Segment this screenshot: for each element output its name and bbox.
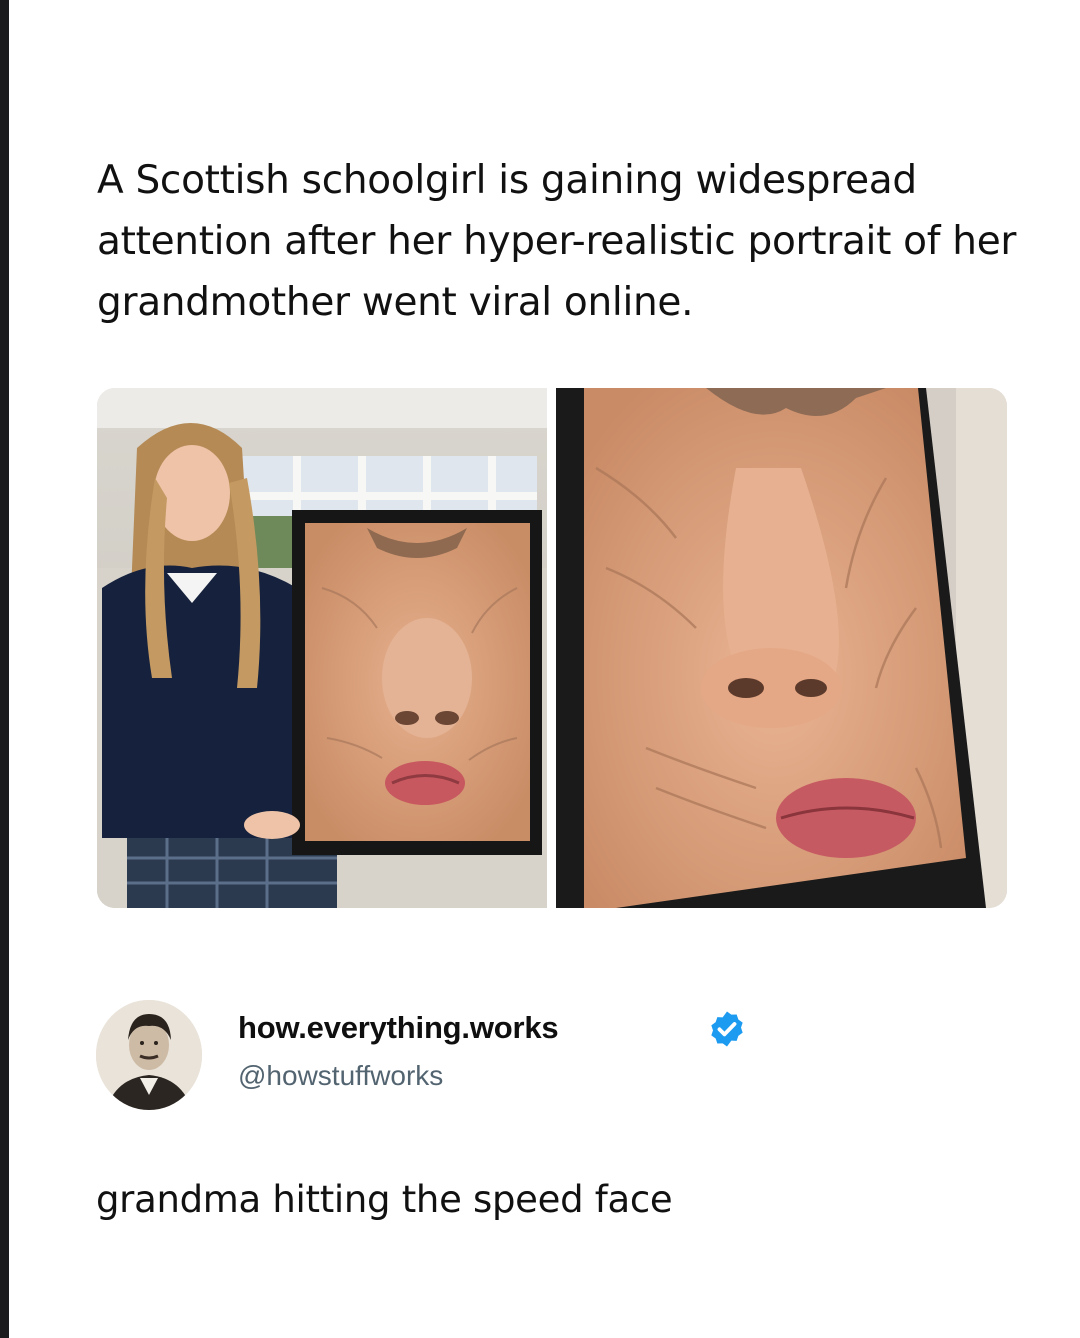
post-text: grandma hitting the speed face	[96, 1178, 673, 1221]
photo-portrait-closeup	[556, 388, 1007, 908]
post-author[interactable]: how.everything.works @howstuffworks	[96, 1000, 996, 1120]
verified-badge-icon	[711, 1011, 743, 1047]
avatar[interactable]	[96, 1000, 202, 1110]
quoted-headline: A Scottish schoolgirl is gaining widespr…	[97, 158, 1017, 325]
author-handle[interactable]: @howstuffworks	[238, 1060, 443, 1092]
media-image-student[interactable]	[97, 388, 547, 908]
media-image-closeup[interactable]	[556, 388, 1007, 908]
avatar-portrait-icon	[96, 1000, 202, 1110]
author-display-name[interactable]: how.everything.works	[238, 1010, 559, 1046]
photo-student-holding-portrait	[97, 388, 547, 908]
left-edge-strip	[0, 0, 9, 1338]
